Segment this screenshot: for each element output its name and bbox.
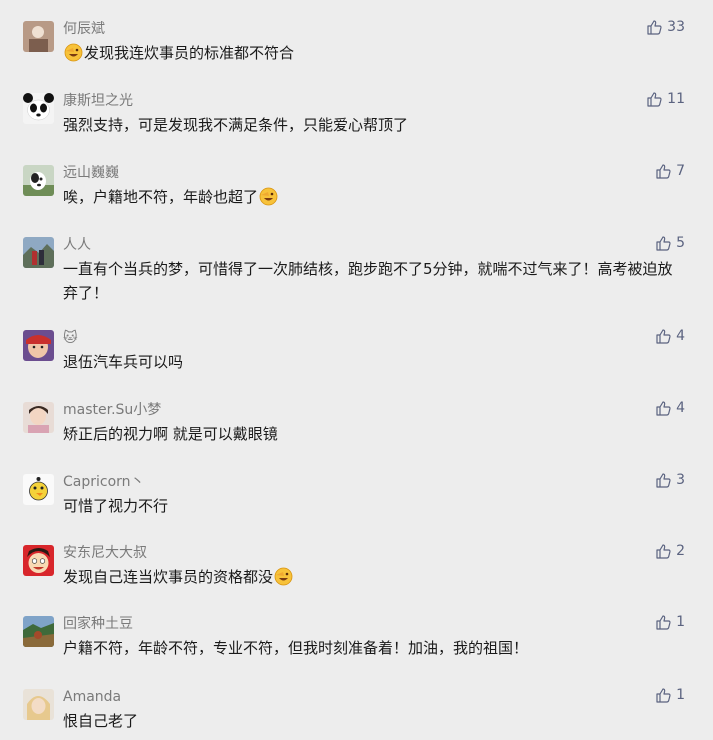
like-count: 7: [676, 163, 685, 179]
comment-author[interactable]: 回家种土豆: [63, 615, 133, 633]
like-button[interactable]: 2: [656, 542, 685, 560]
like-count: 3: [676, 472, 685, 488]
thumbs-up-icon: [656, 472, 671, 488]
comment-author[interactable]: 🐱: [63, 329, 78, 347]
like-button[interactable]: 33: [647, 18, 685, 36]
avatar[interactable]: [23, 474, 54, 505]
comment-author[interactable]: 何辰斌: [63, 20, 105, 38]
facepalm-laugh-emoji-icon: [274, 567, 293, 586]
comment-author[interactable]: 远山巍巍: [63, 164, 119, 182]
like-count: 1: [676, 614, 685, 630]
thumbs-up-icon: [647, 91, 662, 107]
like-button[interactable]: 3: [656, 471, 685, 489]
thumbs-up-icon: [656, 400, 671, 416]
like-count: 4: [676, 400, 685, 416]
comment-body: 发现我连炊事员的标准都不符合: [84, 44, 295, 62]
comment-body: 唉，户籍地不符，年龄也超了: [63, 188, 259, 206]
avatar[interactable]: [23, 93, 54, 124]
comment-body: 户籍不符，年龄不符，专业不符，但我时刻准备着！加油，我的祖国！: [63, 639, 529, 657]
thumbs-up-icon: [656, 235, 671, 251]
like-button[interactable]: 5: [656, 234, 685, 252]
facepalm-laugh-emoji-icon: [259, 187, 278, 206]
comment-body: 发现自己连当炊事员的资格都没: [63, 568, 274, 586]
comment-text: 发现我连炊事员的标准都不符合: [63, 41, 683, 65]
comment-list: 何辰斌 发现我连炊事员的标准都不符合 33 康斯坦之光 强烈支持，可是发现我不满…: [0, 0, 713, 740]
comment-text: 唉，户籍地不符，年龄也超了: [63, 185, 683, 209]
comment-author[interactable]: master.Su小梦: [63, 401, 161, 419]
like-button[interactable]: 4: [656, 399, 685, 417]
avatar[interactable]: [23, 616, 54, 647]
like-button[interactable]: 1: [656, 686, 685, 704]
comment-body: 恨自己老了: [63, 712, 139, 730]
like-button[interactable]: 1: [656, 613, 685, 631]
comment-text: 强烈支持，可是发现我不满足条件，只能爱心帮顶了: [63, 113, 683, 137]
comment-body: 退伍汽车兵可以吗: [63, 353, 184, 371]
like-button[interactable]: 4: [656, 327, 685, 345]
avatar[interactable]: [23, 330, 54, 361]
comment-text: 恨自己老了: [63, 709, 683, 733]
comment-author[interactable]: Amanda: [63, 688, 121, 706]
like-count: 33: [667, 19, 685, 35]
comment-body: 矫正后的视力啊 就是可以戴眼镜: [63, 425, 278, 443]
like-count: 5: [676, 235, 685, 251]
thumbs-up-icon: [656, 614, 671, 630]
comment-body: 一直有个当兵的梦，可惜得了一次肺结核，跑步跑不了5分钟，就喘不过气来了！高考被迫…: [63, 260, 673, 302]
facepalm-laugh-emoji-icon: [64, 43, 83, 62]
avatar[interactable]: [23, 21, 54, 52]
avatar[interactable]: [23, 237, 54, 268]
avatar[interactable]: [23, 689, 54, 720]
thumbs-up-icon: [656, 328, 671, 344]
avatar[interactable]: [23, 165, 54, 196]
thumbs-up-icon: [656, 687, 671, 703]
comment-author[interactable]: 人人: [63, 236, 91, 254]
comment-body: 强烈支持，可是发现我不满足条件，只能爱心帮顶了: [63, 116, 409, 134]
avatar[interactable]: [23, 402, 54, 433]
like-count: 4: [676, 328, 685, 344]
comment-text: 退伍汽车兵可以吗: [63, 350, 683, 374]
thumbs-up-icon: [647, 19, 662, 35]
like-button[interactable]: 11: [647, 90, 685, 108]
comment-author[interactable]: 康斯坦之光: [63, 92, 133, 110]
like-button[interactable]: 7: [656, 162, 685, 180]
comment-author[interactable]: Capricorn丶: [63, 473, 145, 491]
like-count: 11: [667, 91, 685, 107]
thumbs-up-icon: [656, 543, 671, 559]
comment-text: 一直有个当兵的梦，可惜得了一次肺结核，跑步跑不了5分钟，就喘不过气来了！高考被迫…: [63, 257, 683, 305]
comment-body: 可惜了视力不行: [63, 497, 169, 515]
comment-text: 可惜了视力不行: [63, 494, 683, 518]
comment-text: 矫正后的视力啊 就是可以戴眼镜: [63, 422, 683, 446]
like-count: 2: [676, 543, 685, 559]
thumbs-up-icon: [656, 163, 671, 179]
like-count: 1: [676, 687, 685, 703]
comment-text: 户籍不符，年龄不符，专业不符，但我时刻准备着！加油，我的祖国！: [63, 636, 683, 660]
comment-author[interactable]: 安东尼大大叔: [63, 544, 147, 562]
comment-text: 发现自己连当炊事员的资格都没: [63, 565, 683, 589]
avatar[interactable]: [23, 545, 54, 576]
